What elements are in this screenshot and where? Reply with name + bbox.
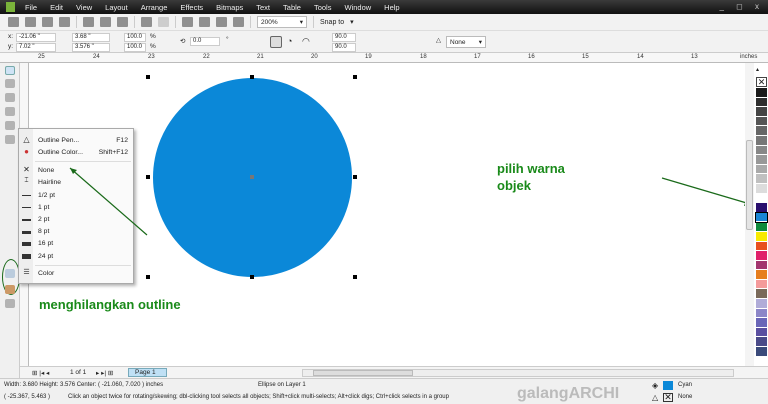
color-swatch[interactable] xyxy=(756,107,767,117)
vertical-scroll-thumb[interactable] xyxy=(746,140,753,230)
color-swatch[interactable] xyxy=(756,88,767,98)
fill-color-name: Cyan xyxy=(678,382,693,388)
color-swatch[interactable] xyxy=(756,97,767,108)
color-swatch[interactable] xyxy=(755,211,768,224)
color-swatch[interactable] xyxy=(756,203,767,213)
color-swatch[interactable] xyxy=(756,183,767,194)
page-count: 1 of 1 xyxy=(70,369,87,376)
status-hint: Click an object twice for rotating/skewi… xyxy=(68,394,449,400)
fill-color-swatch[interactable] xyxy=(663,381,673,390)
horizontal-scrollbar[interactable] xyxy=(302,369,734,377)
arrow-right xyxy=(661,177,751,205)
color-swatch[interactable] xyxy=(756,155,767,165)
page-navigator: ⊞ |◂ ◂ 1 of 1 ▸ ▸| ⊞ Page 1 xyxy=(20,366,768,378)
color-swatch[interactable] xyxy=(756,289,767,300)
fill-bucket-icon: ◈ xyxy=(652,381,659,390)
outline-none-swatch[interactable]: ✕ xyxy=(663,393,673,402)
color-swatch[interactable] xyxy=(756,222,767,232)
page-nav-next-last-icon[interactable]: ▸ ▸| ⊞ xyxy=(96,369,113,377)
object-dimensions: Width: 3.680 Height: 3.576 Center: ( -21… xyxy=(4,382,164,388)
color-swatch[interactable] xyxy=(756,145,767,156)
page-nav-first-prev-icon[interactable]: ⊞ |◂ ◂ xyxy=(32,369,49,377)
arrow-left xyxy=(69,167,148,236)
annotation-choose-color-1: pilih warna xyxy=(497,161,565,176)
color-swatch[interactable] xyxy=(756,251,767,261)
object-info: Ellipse on Layer 1 xyxy=(258,382,306,388)
color-swatch[interactable] xyxy=(756,231,767,242)
color-swatch[interactable] xyxy=(756,299,767,309)
outline-pen-icon: △ xyxy=(652,393,659,402)
color-swatch[interactable] xyxy=(756,347,767,357)
color-swatch[interactable] xyxy=(756,327,767,338)
palette-scroll-up-icon[interactable]: ▴ xyxy=(756,66,759,73)
color-swatch[interactable] xyxy=(756,116,767,127)
color-swatch[interactable] xyxy=(756,260,767,271)
cursor-coordinates: ( -25.367, 5.463 ) xyxy=(4,394,51,400)
watermark: galangARCHI xyxy=(517,385,620,402)
color-swatch[interactable] xyxy=(756,164,767,175)
color-swatch[interactable] xyxy=(756,126,767,136)
outline-color-name: None xyxy=(678,394,693,400)
color-swatch[interactable] xyxy=(756,193,767,204)
annotation-arrows xyxy=(69,167,752,236)
color-palette xyxy=(755,88,768,357)
color-swatch[interactable] xyxy=(756,318,767,328)
color-swatch[interactable] xyxy=(756,308,767,319)
annotation-choose-color-2: objek xyxy=(497,178,531,193)
color-swatch[interactable] xyxy=(756,241,767,252)
status-bar: Width: 3.680 Height: 3.576 Center: ( -21… xyxy=(0,378,768,404)
page-tab[interactable]: Page 1 xyxy=(128,368,167,377)
color-swatch[interactable] xyxy=(756,270,767,280)
color-swatch[interactable] xyxy=(756,279,767,290)
color-swatch[interactable] xyxy=(756,174,767,184)
annotation-remove-outline: menghilangkan outline xyxy=(39,297,181,312)
color-swatch[interactable] xyxy=(756,337,767,348)
no-color-swatch[interactable]: ✕ xyxy=(756,77,767,87)
color-swatch[interactable] xyxy=(756,135,767,146)
